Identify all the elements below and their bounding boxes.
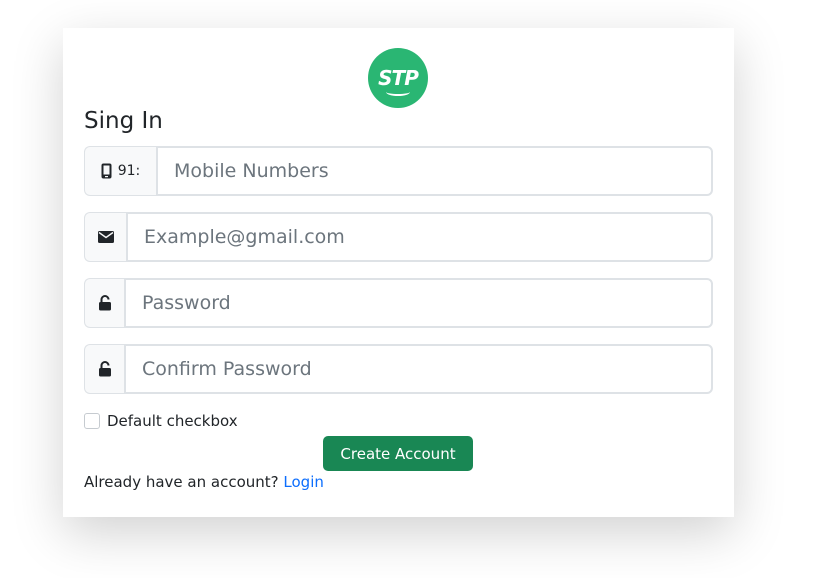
- login-link[interactable]: Login: [283, 473, 323, 491]
- mobile-input[interactable]: [156, 146, 713, 196]
- email-addon: [84, 212, 126, 262]
- password-field-group: [84, 278, 713, 328]
- password-addon: [84, 278, 124, 328]
- password-input[interactable]: [124, 278, 713, 328]
- signup-card: STP Sing In 91: Mobile Numbers Example@g…: [63, 28, 734, 517]
- logo-smile-mark: [386, 88, 410, 96]
- default-checkbox[interactable]: [84, 413, 100, 429]
- default-checkbox-row[interactable]: Default checkbox: [84, 412, 238, 430]
- country-code: 91:: [117, 163, 141, 179]
- page-title: Sing In: [84, 108, 163, 134]
- mobile-icon: [101, 163, 112, 179]
- logo-text: STP: [378, 66, 419, 90]
- mobile-field-group: 91:: [84, 146, 713, 196]
- logo: STP: [368, 48, 428, 108]
- unlock-icon: [98, 361, 112, 377]
- create-account-button[interactable]: Create Account: [323, 436, 473, 471]
- envelope-icon: [97, 231, 114, 243]
- email-input[interactable]: [126, 212, 713, 262]
- checkbox-label: Default checkbox: [107, 412, 238, 430]
- confirm-password-field-group: [84, 344, 713, 394]
- email-field-group: [84, 212, 713, 262]
- mobile-prefix-addon: 91:: [84, 146, 156, 196]
- unlock-icon: [98, 295, 112, 311]
- confirm-password-input[interactable]: [124, 344, 713, 394]
- login-prompt: Already have an account?: [84, 473, 279, 491]
- confirm-password-addon: [84, 344, 124, 394]
- login-prompt-row: Already have an account? Login: [84, 473, 324, 491]
